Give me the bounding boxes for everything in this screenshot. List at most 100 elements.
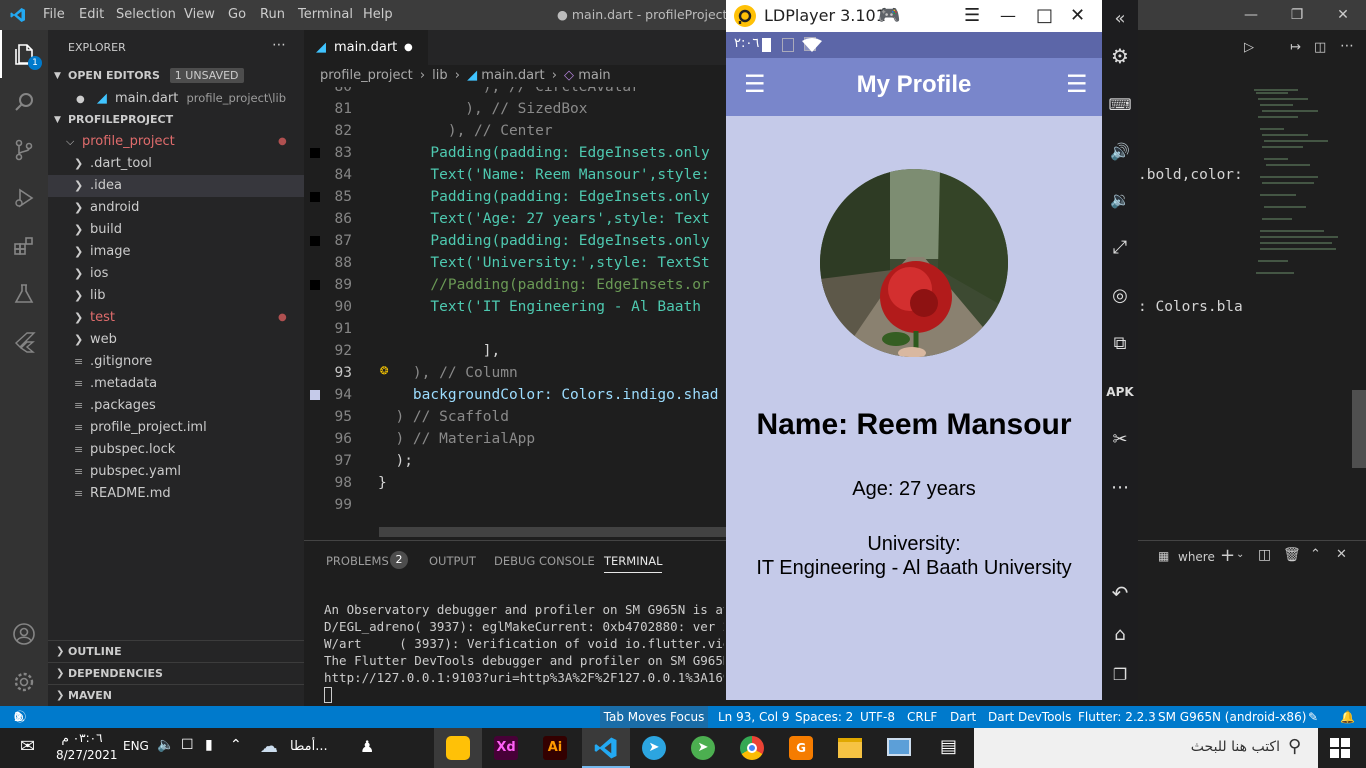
code-line[interactable]: Padding(padding: EdgeInsets.only (378, 142, 709, 164)
menu-selection[interactable]: Selection (116, 0, 176, 30)
keyboard-icon[interactable]: ⌨ (1102, 86, 1138, 122)
breadcrumb-item[interactable]: profile_project (320, 68, 413, 83)
tab-problems[interactable]: PROBLEMS (326, 549, 389, 573)
maven-section[interactable]: ❯ MAVEN (48, 684, 304, 706)
menu-go[interactable]: Go (228, 0, 246, 30)
encoding[interactable]: UTF-8 (860, 706, 895, 728)
flutter-icon[interactable] (0, 318, 48, 366)
chevron-up-icon[interactable]: ⌃ (1310, 547, 1321, 562)
code-editor[interactable]: 80 ), // CircleAvatar 81 ), // SizedBox 82… (304, 87, 726, 527)
volume-down-icon[interactable]: 🔉 (1102, 181, 1138, 217)
code-line[interactable]: ), // SizedBox (378, 98, 587, 120)
code-line[interactable]: ), // CircleAvatar (378, 87, 640, 98)
volume-up-icon[interactable]: 🔊 (1102, 133, 1138, 169)
tree-item[interactable]: ❯ .idea (48, 175, 304, 197)
close-icon[interactable]: ✕ (1070, 0, 1085, 32)
extensions-icon[interactable] (0, 222, 48, 270)
windows-start-icon[interactable] (1330, 738, 1350, 758)
unsaved-dot-icon[interactable]: ● (404, 30, 413, 65)
maximize-icon[interactable]: □ (1036, 0, 1053, 32)
lightbulb-icon[interactable]: ❂ (380, 362, 388, 378)
people-icon[interactable]: ♟ (360, 737, 374, 756)
telegram-icon[interactable]: ➤ (642, 736, 666, 760)
minimize-icon[interactable]: — (1228, 0, 1274, 30)
code-line[interactable]: } (378, 472, 387, 494)
split-editor-icon[interactable]: ◫ (1314, 40, 1326, 55)
tree-item[interactable]: ❯ web (48, 329, 304, 351)
notifications-bell-icon[interactable]: 🔔 (1340, 706, 1355, 728)
taskbar-app-ldplayer[interactable] (434, 728, 482, 768)
code-line[interactable]: //Padding(padding: EdgeInsets.or (378, 274, 709, 296)
code-line[interactable]: ); (378, 450, 412, 472)
home-icon[interactable]: ⌂ (1102, 616, 1138, 652)
weather-text[interactable]: أمطا... (290, 739, 328, 754)
tree-item[interactable]: ≡ pubspec.yaml (48, 461, 304, 483)
volume-icon[interactable]: 🔈 (157, 737, 174, 753)
tab-terminal[interactable]: TERMINAL (604, 549, 663, 573)
breakpoint-marker[interactable] (310, 236, 320, 246)
split-terminal-icon[interactable]: ◫ (1258, 547, 1271, 563)
flutter-version[interactable]: Flutter: 2.2.3 (1078, 706, 1156, 728)
tree-item[interactable]: ≡ .gitignore (48, 351, 304, 373)
source-control-icon[interactable] (0, 126, 48, 174)
close-panel-icon[interactable]: ✕ (1336, 547, 1347, 562)
recent-apps-icon[interactable]: ❐ (1102, 656, 1138, 692)
code-line[interactable]: Text('Name: Reem Mansour',style: (378, 164, 709, 186)
chevron-down-icon[interactable]: ⌄ (1236, 549, 1244, 560)
apk-install-icon[interactable]: APK (1102, 374, 1138, 410)
scissors-icon[interactable]: ✂ (1102, 421, 1138, 457)
pdf-app-icon[interactable]: G (789, 736, 813, 760)
breadcrumb-item[interactable]: main.dart (481, 68, 544, 83)
menu-terminal[interactable]: Terminal (298, 0, 353, 30)
tab-debug-console[interactable]: DEBUG CONSOLE (494, 549, 595, 573)
code-line[interactable]: : Colors.bla (1138, 296, 1243, 318)
tree-item[interactable]: ❯ build (48, 219, 304, 241)
network-icon[interactable]: ☐ (181, 737, 194, 753)
project-section[interactable]: ▼ PROFILEPROJECT (48, 109, 304, 131)
restore-icon[interactable]: ❐ (1274, 0, 1320, 30)
breakpoint-marker[interactable] (310, 192, 320, 202)
code-line[interactable]: .bold,color: (1138, 164, 1243, 186)
close-icon[interactable]: ✕ (1320, 0, 1366, 30)
more-actions-icon[interactable]: ⋯ (1340, 38, 1354, 54)
settings-gear-icon[interactable] (0, 658, 48, 706)
dependencies-section[interactable]: ❯ DEPENDENCIES (48, 662, 304, 684)
code-line[interactable]: backgroundColor: Colors.indigo.shad (378, 384, 719, 406)
tree-item[interactable]: ❯ lib (48, 285, 304, 307)
language-mode[interactable]: Dart (950, 706, 976, 728)
record-icon[interactable]: ◎ (1102, 277, 1138, 313)
terminal-shell-name[interactable]: where (1178, 550, 1215, 564)
menu-view[interactable]: View (184, 0, 215, 30)
breakpoint-marker[interactable] (310, 148, 320, 158)
run-debug-icon[interactable] (0, 174, 48, 222)
tab-output[interactable]: OUTPUT (429, 549, 476, 573)
code-line[interactable]: ) // Scaffold (378, 406, 509, 428)
device-selector[interactable]: SM G965N (android-x86) (1158, 706, 1306, 728)
breakpoint-marker[interactable] (310, 280, 320, 290)
tree-item[interactable]: ❯ test ● (48, 307, 304, 329)
file-explorer-icon[interactable] (838, 738, 862, 758)
collapse-icon[interactable]: « (1102, 0, 1138, 36)
feedback-icon[interactable]: ✎ (1308, 706, 1318, 728)
code-line[interactable]: Text('University:',style: TextSt (378, 252, 709, 274)
breadcrumb-item[interactable]: main (578, 68, 610, 83)
tree-item[interactable]: ≡ .metadata (48, 373, 304, 395)
actions-menu-icon[interactable]: ☰ (1066, 70, 1088, 98)
terminal-output[interactable]: An Observatory debugger and profiler on … (324, 601, 724, 686)
horizontal-scrollbar[interactable] (379, 527, 726, 537)
remote-desktop-icon[interactable] (887, 738, 911, 756)
code-line[interactable]: Padding(padding: EdgeInsets.only (378, 186, 709, 208)
search-icon[interactable] (0, 78, 48, 126)
vertical-scrollbar[interactable] (1352, 390, 1366, 468)
code-line[interactable]: ), // Column (378, 362, 518, 384)
minimap[interactable] (1248, 87, 1352, 527)
settings-gear-icon[interactable]: ⚙ (1102, 38, 1138, 74)
breadcrumb-item[interactable]: lib (432, 68, 447, 83)
dart-devtools[interactable]: Dart DevTools (988, 706, 1071, 728)
tree-item[interactable]: ≡ README.md (48, 483, 304, 505)
trash-icon[interactable]: 🗑 (1283, 547, 1301, 563)
open-editors-section[interactable]: ▼ OPEN EDITORS 1 UNSAVED (48, 65, 304, 87)
testing-icon[interactable] (0, 270, 48, 318)
back-icon[interactable]: ↶ (1102, 575, 1138, 611)
indentation[interactable]: Spaces: 2 (795, 706, 853, 728)
